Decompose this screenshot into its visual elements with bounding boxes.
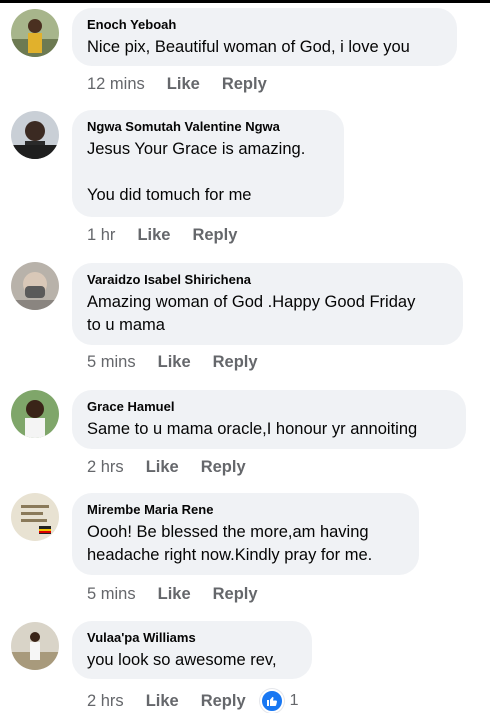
top-divider — [0, 0, 490, 3]
comment-bubble: Enoch Yeboah Nice pix, Beautiful woman o… — [72, 8, 457, 66]
comment-author[interactable]: Ngwa Somutah Valentine Ngwa — [87, 118, 328, 135]
comment-text: you look so awesome rev, — [87, 651, 277, 669]
reaction-summary[interactable]: 1 — [259, 689, 299, 713]
thumbs-up-icon — [259, 689, 284, 713]
reply-button[interactable]: Reply — [192, 226, 237, 245]
comment-time[interactable]: 1 hr — [87, 226, 115, 245]
avatar[interactable] — [11, 622, 59, 670]
comment-author[interactable]: Grace Hamuel — [87, 398, 450, 415]
comment-actions: 2 hrs Like Reply — [87, 458, 246, 477]
comment-actions: 1 hr Like Reply — [87, 226, 237, 245]
comment-text: Amazing woman of God .Happy Good Friday … — [87, 293, 416, 334]
comment-text: Same to u mama oracle,I honour yr annoit… — [87, 420, 418, 438]
comment-actions: 12 mins Like Reply — [87, 75, 267, 94]
avatar[interactable] — [11, 9, 59, 57]
comment-text: Oooh! Be blessed the more,am having head… — [87, 523, 373, 564]
reply-button[interactable]: Reply — [201, 458, 246, 477]
comment-bubble: Ngwa Somutah Valentine Ngwa Jesus Your G… — [72, 110, 344, 217]
reaction-count: 1 — [289, 692, 299, 709]
like-button[interactable]: Like — [137, 226, 170, 245]
comment-text: Jesus Your Grace is amazing. You did tom… — [87, 140, 306, 204]
comment-time[interactable]: 12 mins — [87, 75, 145, 94]
comment-text: Nice pix, Beautiful woman of God, i love… — [87, 38, 410, 56]
comment-author[interactable]: Varaidzo Isabel Shirichena — [87, 271, 447, 288]
reply-button[interactable]: Reply — [213, 353, 258, 372]
comment-bubble: Grace Hamuel Same to u mama oracle,I hon… — [72, 390, 466, 449]
reply-button[interactable]: Reply — [201, 692, 246, 711]
comment-time[interactable]: 2 hrs — [87, 692, 124, 711]
comment-actions: 5 mins Like Reply — [87, 585, 258, 604]
comment-bubble: Mirembe Maria Rene Oooh! Be blessed the … — [72, 493, 419, 575]
comment-bubble: Vulaa'pa Williams you look so awesome re… — [72, 621, 312, 679]
reply-button[interactable]: Reply — [213, 585, 258, 604]
like-button[interactable]: Like — [158, 353, 191, 372]
avatar[interactable] — [11, 111, 59, 159]
comment-time[interactable]: 5 mins — [87, 353, 136, 372]
comment-author[interactable]: Vulaa'pa Williams — [87, 629, 296, 646]
comment-time[interactable]: 2 hrs — [87, 458, 124, 477]
comment-author[interactable]: Mirembe Maria Rene — [87, 501, 403, 518]
like-button[interactable]: Like — [146, 692, 179, 711]
comment-time[interactable]: 5 mins — [87, 585, 136, 604]
reply-button[interactable]: Reply — [222, 75, 267, 94]
like-button[interactable]: Like — [158, 585, 191, 604]
avatar[interactable] — [11, 390, 59, 438]
comment-actions: 5 mins Like Reply — [87, 353, 258, 372]
avatar[interactable] — [11, 262, 59, 310]
comment-bubble: Varaidzo Isabel Shirichena Amazing woman… — [72, 263, 463, 345]
comment-author[interactable]: Enoch Yeboah — [87, 16, 441, 33]
like-button[interactable]: Like — [167, 75, 200, 94]
avatar[interactable] — [11, 493, 59, 541]
like-button[interactable]: Like — [146, 458, 179, 477]
comment-actions: 2 hrs Like Reply 1 — [87, 689, 299, 713]
